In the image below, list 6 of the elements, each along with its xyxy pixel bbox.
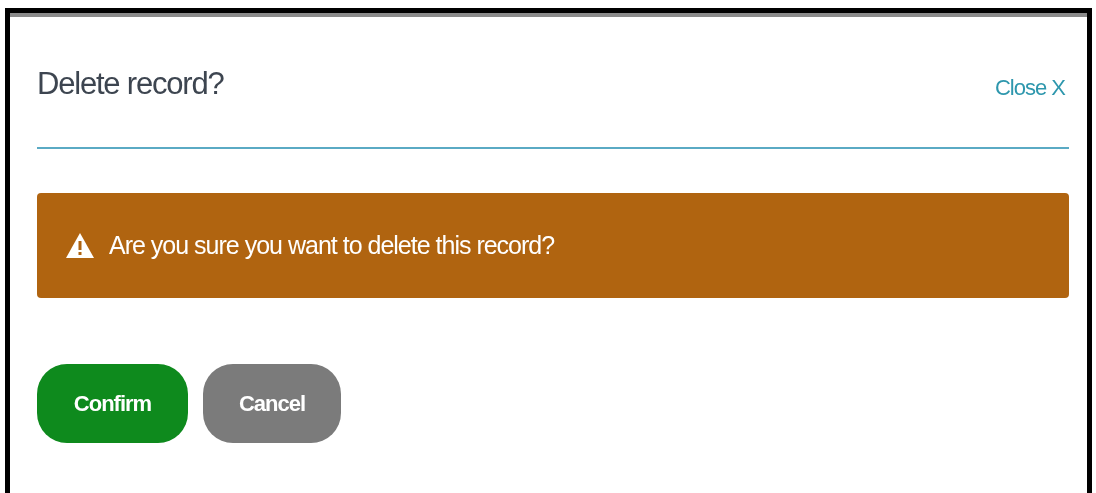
close-link[interactable]: Close X	[994, 75, 1065, 101]
dialog-title: Delete record?	[37, 66, 224, 102]
cancel-button[interactable]: Cancel	[203, 364, 341, 443]
confirm-button[interactable]: Confirm	[37, 364, 188, 443]
warning-message: Are you sure you want to delete this record?	[109, 231, 555, 260]
warning-icon	[65, 232, 95, 259]
